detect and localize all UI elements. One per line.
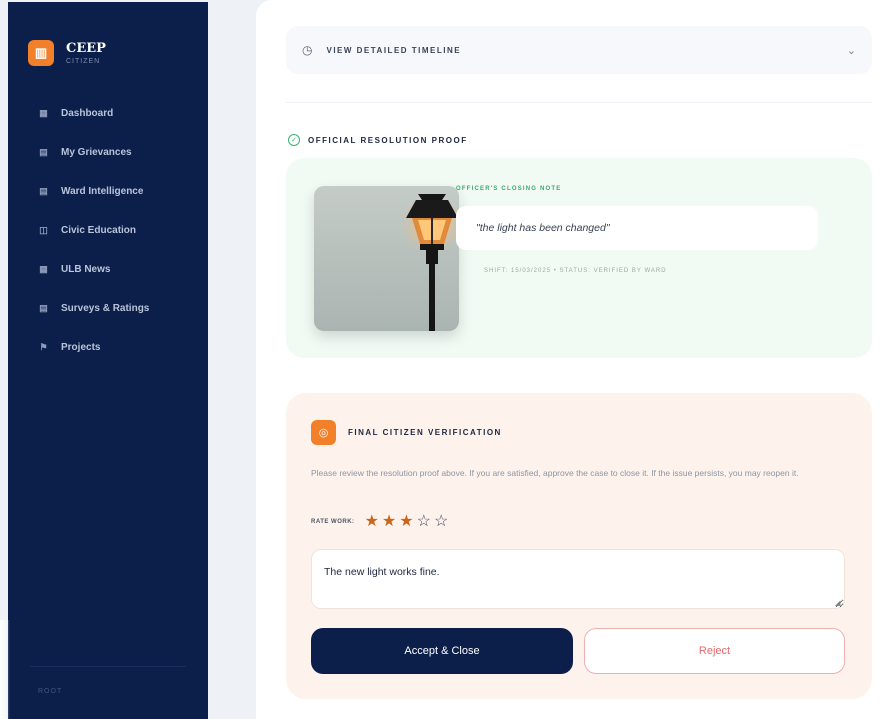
- sidebar-nav: ▦ Dashboard ▤ My Grievances ▤ Ward Intel…: [38, 94, 198, 367]
- proof-meta: SHIFT: 15/03/2025 • STATUS: VERIFIED BY …: [484, 268, 667, 274]
- closing-note-label: OFFICER'S CLOSING NOTE: [456, 186, 562, 192]
- projects-icon: ⚑: [39, 342, 48, 352]
- sidebar-item-ward-intelligence[interactable]: ▤ Ward Intelligence: [38, 172, 198, 211]
- sidebar-item-label: Ward Intelligence: [61, 186, 144, 197]
- sidebar-footer: ROOT: [38, 688, 63, 695]
- section-title: OFFICIAL RESOLUTION PROOF: [308, 135, 468, 145]
- brand-name: CEEP: [66, 40, 106, 56]
- book-icon: ◫: [39, 225, 48, 235]
- news-icon: ▦: [39, 264, 48, 274]
- verification-icon: ◎: [311, 420, 336, 445]
- sidebar-item-label: Surveys & Ratings: [61, 303, 150, 314]
- star-filled-icon[interactable]: ★: [382, 513, 396, 531]
- sidebar-divider: [30, 666, 186, 667]
- resize-grip-icon[interactable]: ◢: [835, 599, 840, 607]
- resolution-proof-heading: ✓ OFFICIAL RESOLUTION PROOF: [288, 134, 468, 146]
- main-panel: ◷ VIEW DETAILED TIMELINE ⌄ ✓ OFFICIAL RE…: [256, 0, 891, 719]
- sidebar-item-civic-education[interactable]: ◫ Civic Education: [38, 211, 198, 250]
- chart-doc-icon: ▤: [39, 186, 48, 196]
- star-empty-icon[interactable]: ☆: [417, 513, 431, 531]
- closing-note-text: "the light has been changed": [456, 206, 818, 250]
- reject-button[interactable]: Reject: [584, 628, 845, 674]
- verification-description: Please review the resolution proof above…: [311, 468, 799, 478]
- star-filled-icon[interactable]: ★: [365, 513, 379, 531]
- sidebar-item-label: My Grievances: [61, 147, 132, 158]
- clock-icon: ◷: [302, 43, 313, 57]
- sidebar-item-projects[interactable]: ⚑ Projects: [38, 328, 198, 367]
- brand[interactable]: ▥ CEEP CITIZEN: [28, 40, 106, 66]
- building-icon: ▥: [28, 40, 54, 66]
- document-icon: ▤: [39, 147, 48, 157]
- rating-label: RATE WORK:: [311, 519, 355, 525]
- survey-icon: ▤: [39, 303, 48, 313]
- divider: [286, 102, 872, 103]
- check-circle-icon: ✓: [288, 134, 300, 146]
- citizen-verification-card: ◎ FINAL CITIZEN VERIFICATION Please revi…: [286, 393, 872, 699]
- feedback-textarea[interactable]: The new light works fine.: [311, 549, 845, 609]
- star-rating[interactable]: ★ ★ ★ ☆ ☆: [365, 513, 449, 531]
- verification-title: FINAL CITIZEN VERIFICATION: [348, 428, 502, 437]
- sidebar-item-label: Civic Education: [61, 225, 137, 236]
- sidebar-item-dashboard[interactable]: ▦ Dashboard: [38, 94, 198, 133]
- accept-close-button[interactable]: Accept & Close: [311, 628, 573, 674]
- timeline-toggle[interactable]: ◷ VIEW DETAILED TIMELINE ⌄: [286, 26, 872, 74]
- timeline-label: VIEW DETAILED TIMELINE: [326, 45, 462, 55]
- sidebar-item-my-grievances[interactable]: ▤ My Grievances: [38, 133, 198, 172]
- sidebar-item-ulb-news[interactable]: ▦ ULB News: [38, 250, 198, 289]
- dashboard-icon: ▦: [39, 108, 48, 118]
- street-lamp-image: [402, 194, 459, 331]
- edge-fade: [0, 620, 10, 719]
- sidebar: ▥ CEEP CITIZEN ▦ Dashboard ▤ My Grievanc…: [8, 2, 208, 719]
- sidebar-item-surveys-ratings[interactable]: ▤ Surveys & Ratings: [38, 289, 198, 328]
- resolution-proof-card: [286, 158, 872, 358]
- star-empty-icon[interactable]: ☆: [434, 513, 448, 531]
- sidebar-item-label: Dashboard: [61, 108, 114, 119]
- proof-photo[interactable]: [314, 186, 459, 331]
- chevron-down-icon: ⌄: [846, 44, 856, 57]
- sidebar-item-label: ULB News: [61, 264, 111, 275]
- rating-row: RATE WORK: ★ ★ ★ ☆ ☆: [311, 513, 448, 531]
- brand-subtitle: CITIZEN: [66, 57, 101, 65]
- star-filled-icon[interactable]: ★: [399, 513, 413, 531]
- sidebar-item-label: Projects: [61, 342, 101, 353]
